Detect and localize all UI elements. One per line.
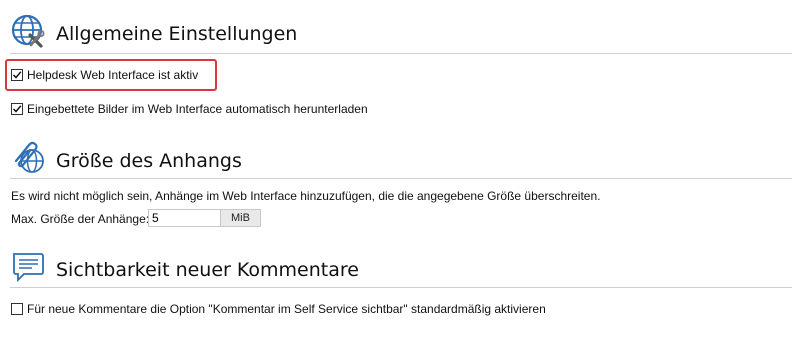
divider — [10, 53, 792, 54]
option-comment-visible[interactable]: Für neue Kommentare die Option "Kommenta… — [11, 301, 546, 317]
max-size-input[interactable] — [148, 209, 220, 227]
download-images-label: Eingebettete Bilder im Web Interface aut… — [27, 102, 368, 116]
speech-bubble-icon — [13, 253, 44, 283]
section-attachments-header: Größe des Anhangs — [10, 139, 792, 179]
option-download-images[interactable]: Eingebettete Bilder im Web Interface aut… — [11, 101, 368, 117]
max-size-field: MiB — [148, 209, 261, 227]
section-general-title: Allgemeine Einstellungen — [56, 23, 298, 45]
divider — [10, 178, 792, 179]
comment-visible-checkbox[interactable] — [11, 303, 23, 315]
option-helpdesk-active[interactable]: Helpdesk Web Interface ist aktiv — [11, 67, 198, 83]
section-attachments-title: Größe des Anhangs — [56, 150, 242, 172]
paperclip-globe-icon — [14, 141, 44, 173]
max-size-label: Max. Größe der Anhänge: — [11, 212, 150, 226]
helpdesk-active-checkbox[interactable] — [11, 69, 23, 81]
download-images-checkbox[interactable] — [11, 103, 23, 115]
checkmark-icon — [12, 105, 22, 113]
attachments-description: Es wird nicht möglich sein, Anhänge im W… — [11, 189, 601, 203]
max-size-unit: MiB — [220, 209, 261, 227]
section-comments-title: Sichtbarkeit neuer Kommentare — [56, 259, 359, 281]
comment-visible-label: Für neue Kommentare die Option "Kommenta… — [27, 302, 546, 316]
section-comments-header: Sichtbarkeit neuer Kommentare — [10, 248, 792, 288]
helpdesk-active-label: Helpdesk Web Interface ist aktiv — [27, 68, 199, 82]
divider — [10, 287, 792, 288]
globe-tools-icon — [11, 14, 45, 48]
section-general-header: Allgemeine Einstellungen — [10, 14, 792, 54]
checkmark-icon — [12, 71, 22, 79]
